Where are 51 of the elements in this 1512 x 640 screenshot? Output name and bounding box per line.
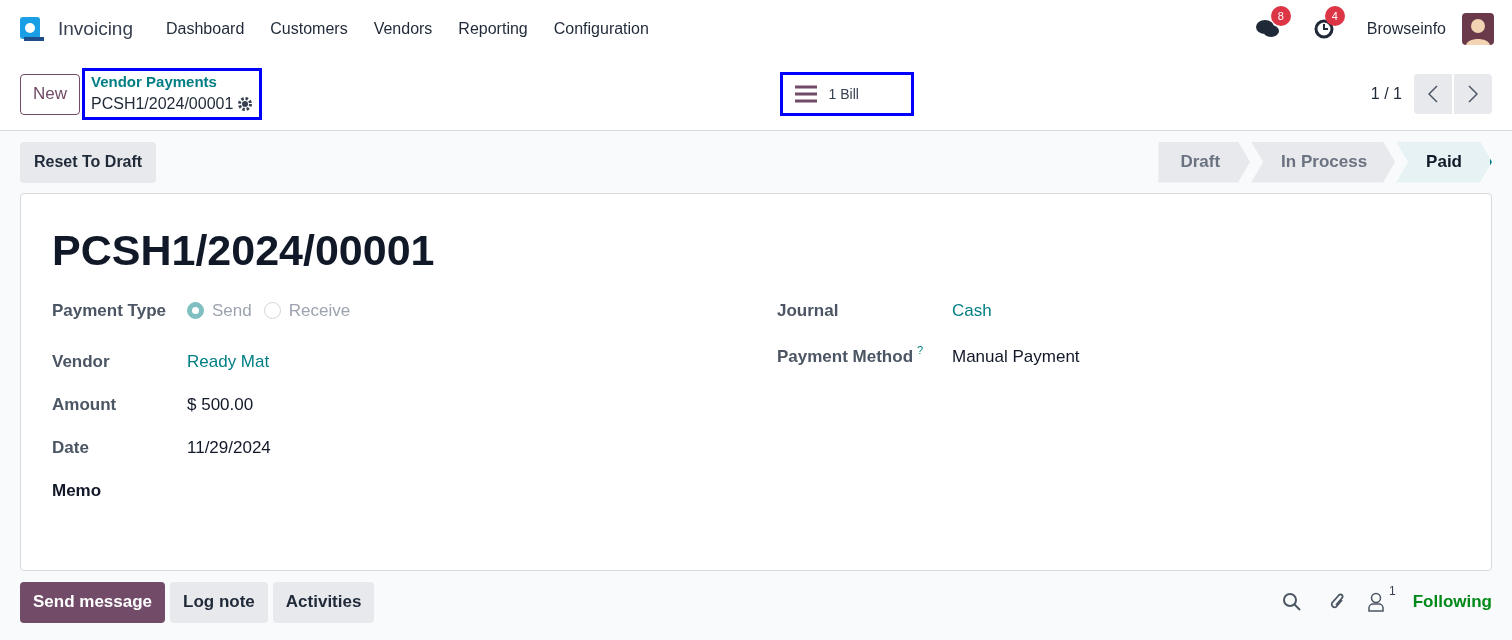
- app-name[interactable]: Invoicing: [58, 14, 133, 44]
- field-link[interactable]: Cash: [952, 298, 992, 324]
- record-name: PCSH1/2024/00001: [91, 94, 234, 114]
- reset-to-draft-button[interactable]: Reset To Draft: [20, 141, 157, 183]
- pager-value: 1 / 1: [1370, 84, 1402, 104]
- menu-item[interactable]: Customers: [257, 17, 361, 41]
- chatter-button[interactable]: Send message: [20, 581, 166, 623]
- status-stage[interactable]: Draft: [1158, 141, 1251, 183]
- field-value: $ 500.00: [187, 394, 254, 416]
- menu-item[interactable]: Vendors: [360, 17, 446, 41]
- status-stage[interactable]: Paid: [1396, 141, 1492, 183]
- field-link[interactable]: Ready Mat: [187, 349, 270, 375]
- count-badge: 8: [1270, 6, 1291, 26]
- user-name[interactable]: Browseinfo: [1366, 17, 1446, 41]
- chatter-button[interactable]: Activities: [272, 581, 375, 623]
- field-value: 11/29/2024: [187, 437, 271, 459]
- menu-item[interactable]: Dashboard: [153, 17, 258, 41]
- radio-button[interactable]: [263, 302, 281, 320]
- field-label: Memo: [52, 480, 102, 502]
- person-icon[interactable]: [1368, 592, 1384, 612]
- gear-icon[interactable]: [237, 96, 254, 112]
- following-button[interactable]: Following: [1412, 589, 1492, 615]
- chevron-right-icon: [1468, 85, 1478, 103]
- avatar-icon[interactable]: [1462, 13, 1494, 45]
- radio-label: Send: [212, 300, 252, 322]
- field-label: Vendor: [52, 351, 110, 373]
- bills-smart-button[interactable]: 1 Bill: [779, 72, 914, 116]
- menu-item[interactable]: Reporting: [445, 17, 541, 41]
- search-icon[interactable]: [1282, 592, 1302, 612]
- chatter-button[interactable]: Log note: [170, 581, 268, 623]
- chat-icon[interactable]: [1254, 18, 1281, 40]
- followers-count: 1: [1389, 585, 1396, 597]
- field-label: Date: [52, 437, 89, 459]
- field-value: Manual Payment: [952, 346, 1080, 368]
- app-logo-icon[interactable]: [18, 15, 46, 43]
- help-mark[interactable]: ?: [917, 344, 924, 356]
- status-stage[interactable]: In Process: [1251, 141, 1396, 183]
- record-title: PCSH1/2024/00001: [52, 225, 436, 276]
- menu-icon: [794, 85, 817, 103]
- menu-item[interactable]: Configuration: [540, 17, 662, 41]
- clock-icon[interactable]: [1312, 18, 1335, 40]
- count-badge: 4: [1324, 6, 1345, 26]
- radio-label: Receive: [288, 300, 351, 322]
- chevron-left-icon: [1428, 85, 1438, 103]
- field-label: Payment Method: [777, 346, 914, 368]
- field-label: Journal: [777, 300, 839, 322]
- field-label: Amount: [52, 394, 117, 416]
- field-label: Payment Type: [52, 300, 167, 322]
- breadcrumb-link[interactable]: Vendor Payments: [91, 72, 254, 92]
- radio-button[interactable]: [187, 302, 204, 320]
- new-button[interactable]: New: [20, 73, 80, 115]
